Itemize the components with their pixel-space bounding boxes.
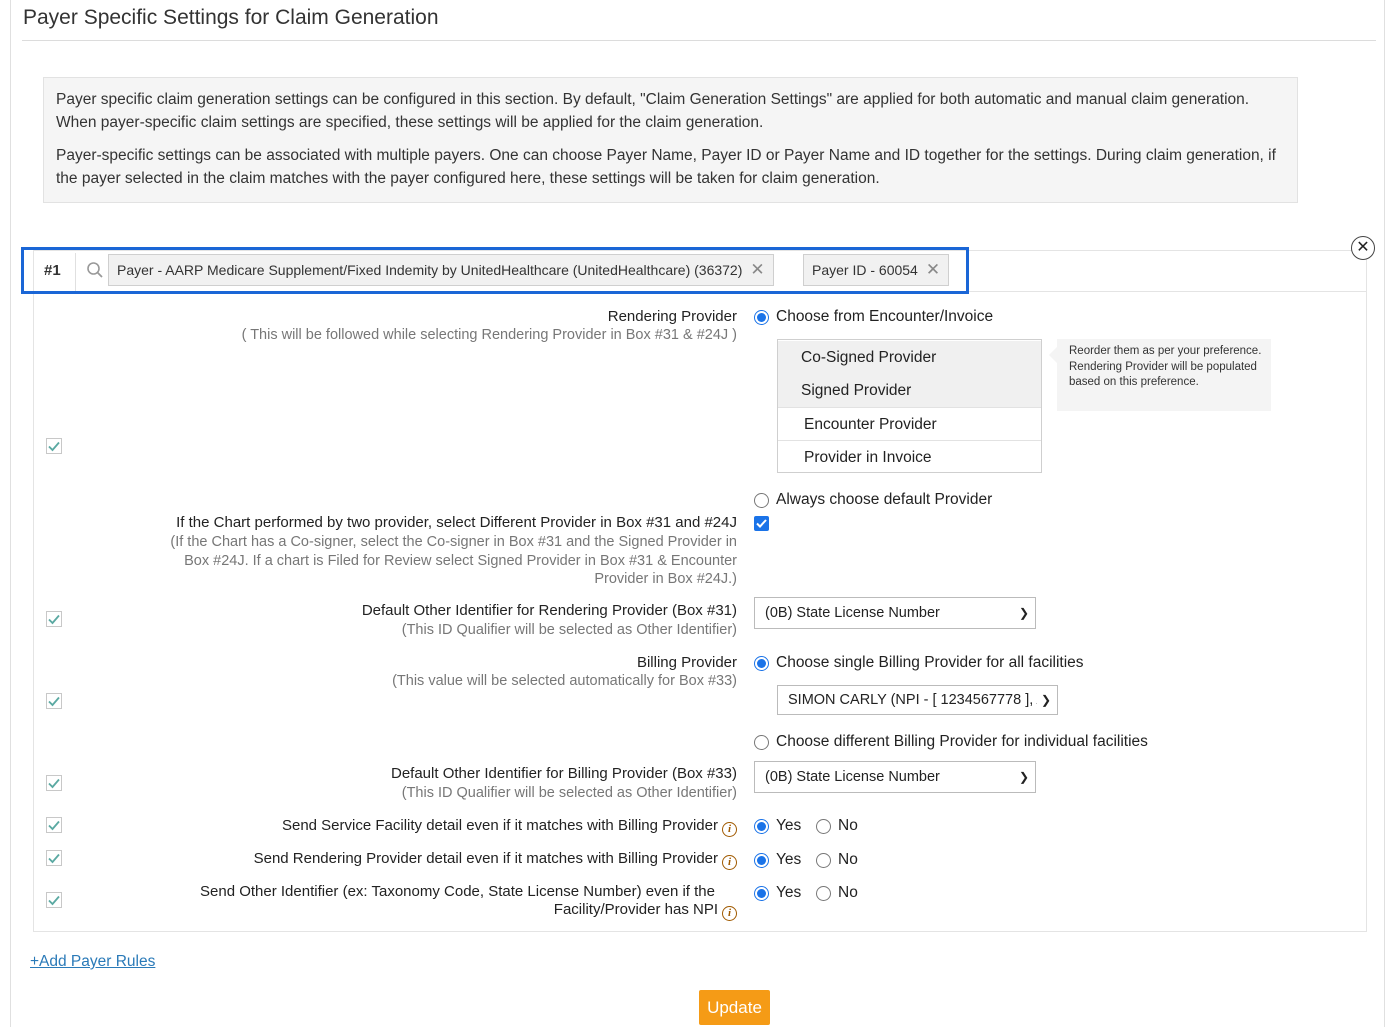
two-provider-note-3: Provider in Box #24J.) [594,571,737,587]
radio-selected-icon[interactable] [754,309,769,325]
search-icon[interactable] [86,261,104,279]
rendering-other-id-label: Default Other Identifier for Rendering P… [361,602,737,619]
billing-other-id-label: Default Other Identifier for Billing Pro… [391,765,737,782]
remove-rule-close-icon[interactable]: ✕ [1351,236,1375,260]
add-payer-rules-link[interactable]: +Add Payer Rules [30,953,155,971]
info-paragraph-2: Payer-specific settings can be associate… [56,147,1276,187]
preference-tooltip: Reorder them as per your preference. Ren… [1049,339,1271,411]
checkbox-checked-icon[interactable] [46,850,62,866]
info-icon[interactable]: i [722,906,737,921]
chevron-down-icon: ❯ [1018,770,1029,784]
radio-selected-icon[interactable] [754,818,769,834]
payer-id-chip: Payer ID - 60054 ✕ [803,254,950,286]
checkbox-checked-icon[interactable] [46,693,62,709]
radio-label: Yes [776,851,802,868]
info-panel: Payer specific claim generation settings… [43,77,1298,203]
info-icon[interactable]: i [722,822,737,837]
radio-label: No [838,884,858,901]
two-provider-note-1: (If the Chart has a Co-signer, select th… [170,534,737,550]
payer-chip-label: Payer - AARP Medicare Supplement/Fixed I… [117,262,743,278]
chevron-down-icon: ❯ [1036,686,1051,714]
info-paragraph-1: Payer specific claim generation settings… [56,91,1250,131]
different-billing-provider-radio[interactable]: Choose different Billing Provider for in… [754,733,1148,751]
billing-other-id-note: (This ID Qualifier will be selected as O… [401,785,737,801]
checkbox-checked-icon[interactable] [46,817,62,833]
checkbox-checked-icon[interactable] [46,438,62,454]
service-facility-label: Send Service Facility detail even if it … [282,817,737,837]
info-icon[interactable]: i [722,855,737,870]
radio-unselected-icon[interactable] [754,734,769,750]
chevron-down-icon: ❯ [1018,606,1029,620]
rendering-detail-label: Send Rendering Provider detail even if i… [254,850,737,870]
radio-label: Always choose default Provider [776,491,993,508]
other-identifier-text: Facility/Provider has NPI [553,901,718,918]
checkbox-checked-icon[interactable] [46,775,62,791]
other-identifier-label-1: Send Other Identifier (ex: Taxonomy Code… [200,883,715,900]
radio-label: Yes [776,817,802,834]
remove-chip-close-icon[interactable]: ✕ [750,260,764,279]
page-title: Payer Specific Settings for Claim Genera… [23,6,439,29]
two-provider-checkbox[interactable] [754,516,769,531]
rule-number: #1 [44,262,61,279]
frame-border-left [10,0,11,1027]
billing-provider-note: (This value will be selected automatical… [392,673,737,689]
radio-label: Yes [776,884,802,901]
rule-number-divider [75,253,76,291]
frame-border-right [1384,0,1385,1027]
select-value: (0B) State License Number [765,605,940,621]
pref-item-encounter[interactable]: Encounter Provider [778,407,1041,440]
rendering-detail-yes-radio[interactable]: Yes [754,851,801,869]
rendering-provider-label: Rendering Provider [607,308,737,325]
billing-provider-select[interactable]: SIMON CARLY (NPI - [ 1234567778 ], A ❯ [777,685,1058,715]
radio-label: No [838,851,858,868]
two-provider-note-2: Box #24J. If a chart is Filed for Review… [184,552,737,569]
always-default-provider-radio[interactable]: Always choose default Provider [754,491,992,509]
payer-chip: Payer - AARP Medicare Supplement/Fixed I… [108,254,774,286]
radio-unselected-icon[interactable] [816,885,831,901]
radio-label: No [838,817,858,834]
rendering-detail-no-radio[interactable]: No [816,851,858,869]
radio-selected-icon[interactable] [754,655,769,671]
rendering-other-id-select[interactable]: (0B) State License Number ❯ [754,597,1036,629]
checkbox-checked-icon[interactable] [46,892,62,908]
radio-label: Choose single Billing Provider for all f… [776,654,1084,671]
other-identifier-label-2: Facility/Provider has NPI i [554,901,737,921]
radio-label: Choose different Billing Provider for in… [776,733,1148,750]
radio-unselected-icon[interactable] [816,818,831,834]
radio-unselected-icon[interactable] [754,492,769,508]
select-value: (0B) State License Number [765,769,940,785]
pref-item-signed[interactable]: Signed Provider [778,374,1041,407]
service-facility-no-radio[interactable]: No [816,817,858,835]
service-facility-yes-radio[interactable]: Yes [754,817,801,835]
checkbox-checked-icon[interactable] [46,611,62,627]
title-divider [22,40,1376,41]
payer-id-chip-label: Payer ID - 60054 [812,262,918,278]
service-facility-text: Send Service Facility detail even if it … [281,817,718,834]
radio-label: Choose from Encounter/Invoice [776,308,994,325]
select-value: SIMON CARLY (NPI - [ 1234567778 ], A [788,692,1047,708]
other-identifier-yes-radio[interactable]: Yes [754,884,801,902]
two-provider-label: If the Chart performed by two provider, … [176,514,737,531]
radio-selected-icon[interactable] [754,852,769,868]
choose-encounter-radio[interactable]: Choose from Encounter/Invoice [754,308,993,326]
other-identifier-no-radio[interactable]: No [816,884,858,902]
rendering-provider-note: ( This will be followed while selecting … [241,327,737,343]
pref-item-co-signed[interactable]: Co-Signed Provider [778,341,1041,374]
radio-unselected-icon[interactable] [816,852,831,868]
single-billing-provider-radio[interactable]: Choose single Billing Provider for all f… [754,654,1084,672]
update-button[interactable]: Update [699,990,770,1025]
radio-selected-icon[interactable] [754,885,769,901]
remove-chip-close-icon[interactable]: ✕ [926,260,940,279]
billing-other-id-select[interactable]: (0B) State License Number ❯ [754,761,1036,793]
billing-provider-label: Billing Provider [636,654,737,671]
rendering-detail-text: Send Rendering Provider detail even if i… [253,850,718,867]
rendering-other-id-note: (This ID Qualifier will be selected as O… [401,622,737,638]
pref-item-invoice[interactable]: Provider in Invoice [778,440,1041,473]
provider-preference-list[interactable]: Co-Signed Provider Signed Provider Encou… [777,339,1042,473]
